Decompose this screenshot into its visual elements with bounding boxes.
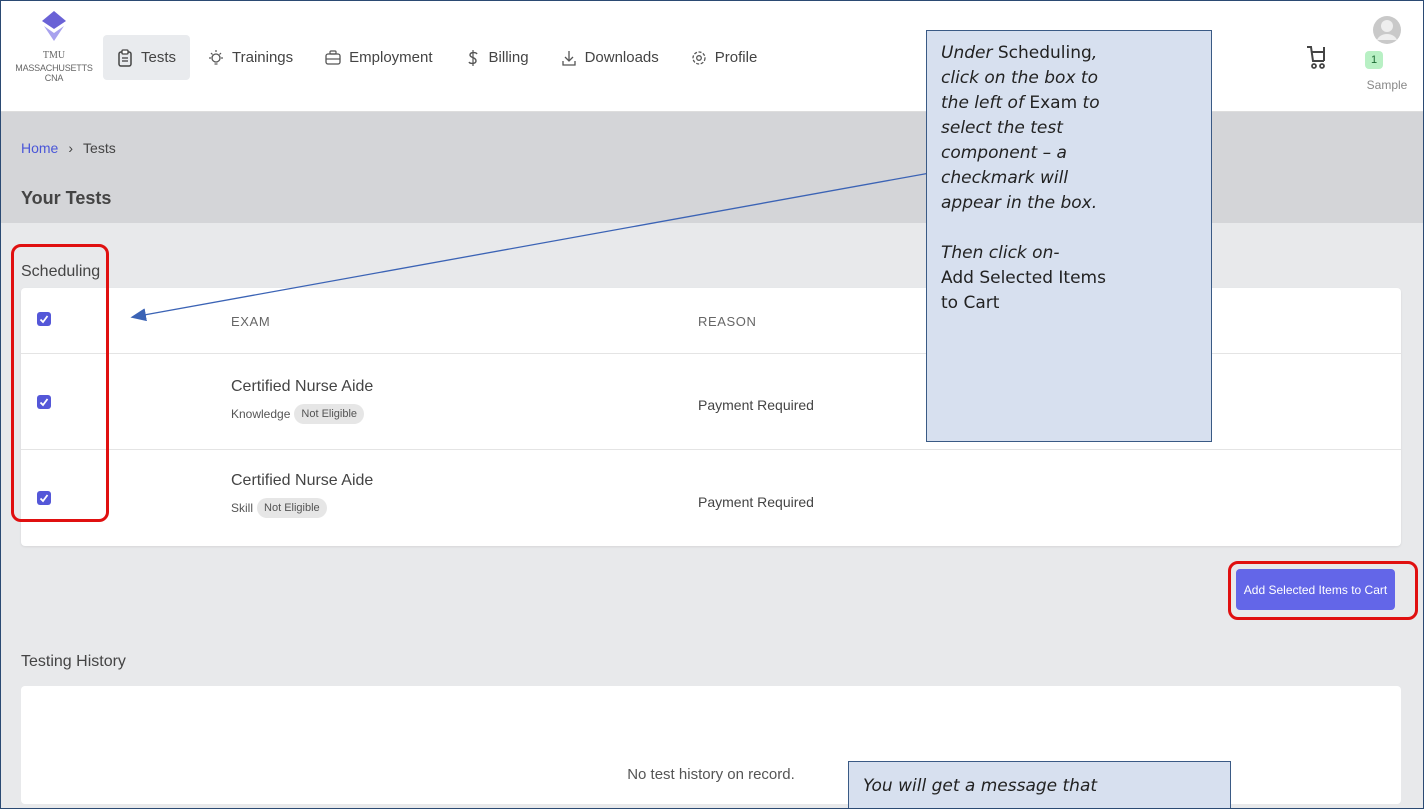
download-icon bbox=[561, 50, 576, 66]
callout-text: to bbox=[1077, 93, 1100, 113]
callout-text: click on the box to bbox=[941, 68, 1098, 88]
clipboard-icon bbox=[118, 48, 132, 67]
page-title: Your Tests bbox=[21, 188, 112, 208]
callout-keyword: Scheduling bbox=[997, 43, 1092, 63]
logo-diamond-icon bbox=[42, 11, 66, 41]
callout-keyword: Exam bbox=[1029, 93, 1078, 113]
callout-text: Under bbox=[941, 43, 998, 63]
table-row: Certified Nurse Aide Skill Not Eligible … bbox=[21, 450, 1401, 546]
briefcase-icon bbox=[325, 49, 341, 65]
callout-text: , bbox=[1091, 43, 1098, 63]
reason-cell: Payment Required bbox=[698, 397, 814, 413]
nav-trainings-label: Trainings bbox=[232, 49, 294, 66]
logo-title: TMU bbox=[42, 50, 66, 61]
callout-text: Then click on- bbox=[941, 243, 1060, 263]
callout-spacer bbox=[941, 216, 1197, 241]
exam-subtitle: Knowledge Not Eligible bbox=[231, 404, 373, 424]
logo[interactable]: TMU MASSACHUSETTS CNA bbox=[9, 11, 99, 83]
column-header-exam: EXAM bbox=[231, 314, 271, 329]
button-highlight bbox=[1228, 561, 1418, 620]
exam-cell: Certified Nurse Aide Knowledge Not Eligi… bbox=[231, 378, 373, 424]
status-badge: Not Eligible bbox=[257, 498, 327, 518]
nav-downloads-label: Downloads bbox=[584, 49, 659, 66]
main-nav: Tests Trainings Employment Billing Downl… bbox=[103, 35, 771, 80]
nav-tests-label: Tests bbox=[141, 49, 177, 66]
callout-text: component – a bbox=[941, 143, 1067, 163]
user-name: Sample bbox=[1366, 78, 1408, 92]
callout-keyword: to Cart bbox=[941, 293, 1000, 313]
cart-icon[interactable] bbox=[1305, 43, 1327, 71]
checkbox-highlight bbox=[11, 244, 109, 522]
nav-employment[interactable]: Employment bbox=[311, 35, 446, 80]
callout-text: appear in the box. bbox=[941, 193, 1098, 213]
exam-type: Knowledge bbox=[231, 407, 291, 421]
nav-profile-label: Profile bbox=[714, 49, 758, 66]
callout-text: the left of bbox=[941, 93, 1030, 113]
callout-keyword: Add Selected Items bbox=[941, 268, 1106, 288]
instruction-callout: Under Scheduling, click on the box to th… bbox=[926, 30, 1212, 442]
reason-cell: Payment Required bbox=[698, 494, 814, 510]
nav-downloads[interactable]: Downloads bbox=[547, 35, 673, 80]
column-header-reason: REASON bbox=[698, 314, 757, 329]
testing-history-label: Testing History bbox=[21, 653, 126, 670]
message-callout: You will get a message that bbox=[848, 761, 1231, 808]
page: TMU MASSACHUSETTS CNA Tests Trainings Em… bbox=[0, 0, 1424, 809]
callout-text: select the test bbox=[941, 118, 1063, 138]
callout-text: You will get a message that bbox=[863, 776, 1098, 796]
nav-billing[interactable]: Billing bbox=[451, 35, 543, 80]
lightbulb-icon bbox=[209, 49, 224, 65]
cart-count-badge: 1 bbox=[1365, 51, 1383, 69]
user-menu[interactable]: 1 Sample bbox=[1357, 15, 1417, 92]
dollar-icon bbox=[467, 49, 478, 66]
nav-billing-label: Billing bbox=[488, 49, 529, 66]
gear-icon bbox=[692, 50, 706, 65]
nav-profile[interactable]: Profile bbox=[677, 35, 772, 80]
breadcrumb-separator: › bbox=[68, 140, 74, 156]
breadcrumb-home[interactable]: Home bbox=[21, 140, 58, 156]
logo-subtitle: MASSACHUSETTS CNA bbox=[15, 63, 93, 83]
nav-trainings[interactable]: Trainings bbox=[194, 35, 307, 80]
avatar bbox=[1373, 16, 1401, 44]
nav-tests[interactable]: Tests bbox=[103, 35, 191, 80]
exam-title: Certified Nurse Aide bbox=[231, 472, 374, 489]
exam-subtitle: Skill Not Eligible bbox=[231, 498, 373, 518]
breadcrumb-current: Tests bbox=[83, 140, 116, 156]
callout-text: checkmark will bbox=[941, 168, 1069, 188]
nav-employment-label: Employment bbox=[349, 49, 433, 66]
exam-type: Skill bbox=[231, 501, 254, 515]
exam-title: Certified Nurse Aide bbox=[231, 378, 374, 395]
status-badge: Not Eligible bbox=[294, 404, 365, 424]
exam-cell: Certified Nurse Aide Skill Not Eligible bbox=[231, 472, 373, 518]
breadcrumb: Home › Tests bbox=[21, 140, 116, 156]
